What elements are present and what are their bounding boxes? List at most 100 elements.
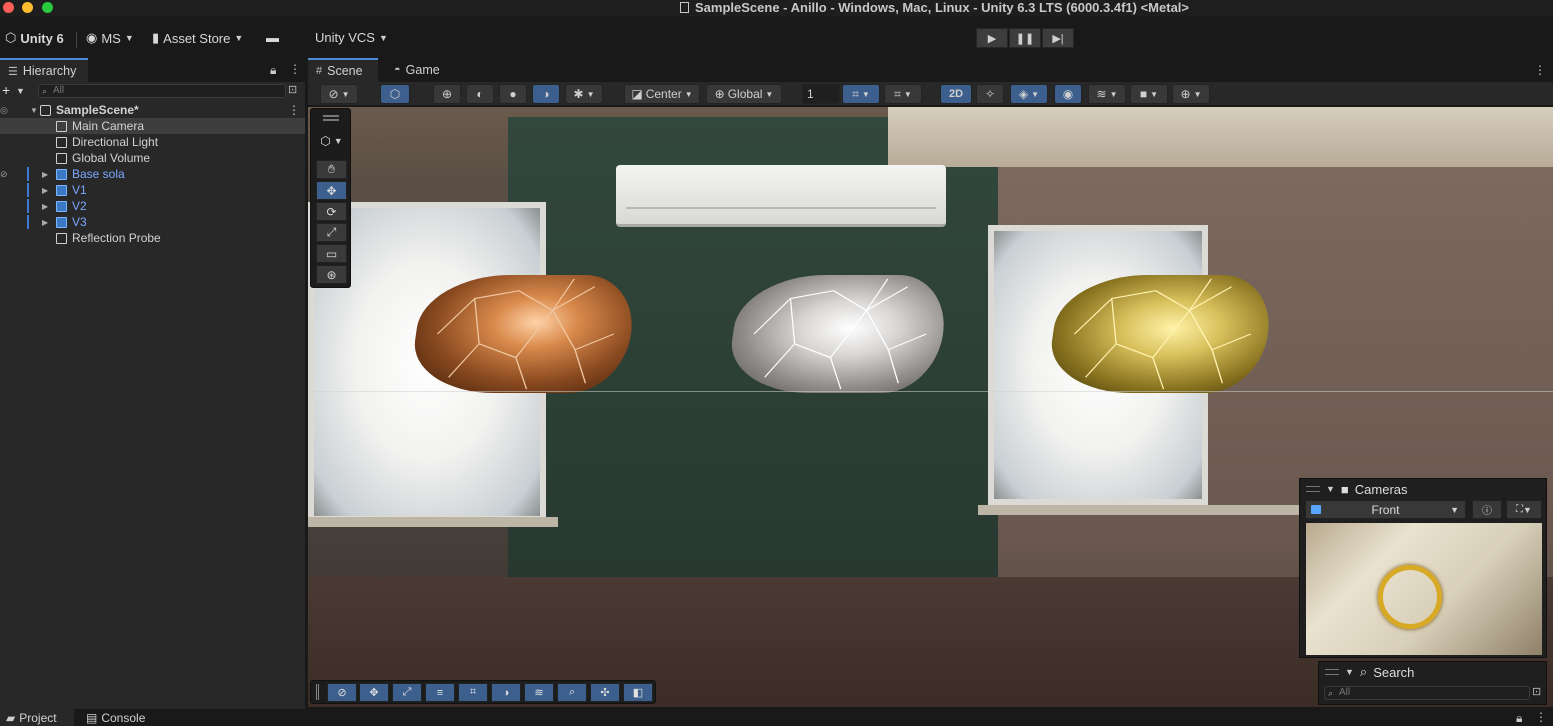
account-dropdown[interactable]: ◉ MS ▼ <box>86 30 134 46</box>
chevron-down-icon[interactable]: ▼ <box>1326 484 1335 494</box>
overlay-pivot-button[interactable]: ✣ <box>590 683 620 702</box>
scene-backdrop-air-conditioner <box>616 165 946 227</box>
lock-icon[interactable]: 🔒︎ <box>1516 711 1522 726</box>
chevron-down-icon[interactable]: ▼ <box>1345 667 1354 677</box>
mode-2d-toggle[interactable]: 2D <box>940 84 972 104</box>
asset-store-dropdown[interactable]: ▮ Asset Store ▼ <box>152 30 243 46</box>
search-overlay-header[interactable]: ▼ ⌕ Search <box>1319 662 1548 682</box>
chevron-right-icon[interactable]: ▶ <box>42 202 52 211</box>
wireframe-toggle[interactable]: ⊕ <box>433 84 461 104</box>
rotate-tool-button[interactable]: ⟳ <box>316 202 347 221</box>
gold-ring-object[interactable] <box>1044 275 1277 393</box>
drag-handle[interactable] <box>323 115 339 117</box>
tab-hierarchy[interactable]: ☰ Hierarchy <box>0 58 88 82</box>
tab-project[interactable]: ▰ Project <box>0 709 74 726</box>
search-filter-icon[interactable]: ⊡ <box>288 83 297 96</box>
copper-ring-object[interactable] <box>407 275 640 393</box>
view-mode-toggle[interactable]: ⬡ <box>380 84 410 104</box>
package-manager-button[interactable]: ▬ <box>266 30 279 45</box>
shaded-wire-toggle[interactable]: ◐ <box>466 84 494 104</box>
scene-search-input[interactable]: ⌕ All <box>1324 686 1530 700</box>
tree-item-base-sola[interactable]: ⊘ ▶ Base sola <box>0 166 305 182</box>
scene-root-row[interactable]: ◎ ▼ SampleScene* ⋮ <box>0 102 305 118</box>
tree-item-reflection-probe[interactable]: Reflection Probe <box>0 230 305 246</box>
transform-tool-button[interactable]: ⊛ <box>316 265 347 284</box>
overlay-layers-button[interactable]: ≋ <box>524 683 554 702</box>
overlay-scale-button[interactable]: ⤢ <box>392 683 422 702</box>
overlay-compass-button[interactable]: ⊘ <box>327 683 357 702</box>
chevron-down-icon[interactable]: ▼ <box>30 106 40 115</box>
search-icon: ⌕ <box>1359 664 1368 679</box>
tab-game[interactable]: ◓ Game <box>386 58 456 82</box>
pivot-mode-dropdown[interactable]: ◪ Center ▼ <box>624 84 700 104</box>
camera-info-button[interactable]: ⓘ <box>1472 500 1502 519</box>
overlay-shading-button[interactable]: ◑ <box>491 683 521 702</box>
hand-tool-button[interactable]: ✋︎ <box>316 160 347 179</box>
pivot-icon: ◪ <box>631 87 643 101</box>
more-options-icon[interactable]: ⋮ <box>1535 710 1547 724</box>
chevron-right-icon[interactable]: ▶ <box>42 170 52 179</box>
overlay-camera-button[interactable]: ◧ <box>623 683 653 702</box>
camera-settings-dropdown[interactable]: ■ ▼ <box>1130 84 1168 104</box>
drag-handle[interactable] <box>1306 486 1320 492</box>
cameras-overlay-header[interactable]: ▼ ■ Cameras <box>1300 479 1548 499</box>
chevron-right-icon[interactable]: ▶ <box>42 186 52 195</box>
overlay-grid-button[interactable]: ⌗ <box>458 683 488 702</box>
scene-backdrop-sill <box>308 517 558 527</box>
move-tool-button[interactable]: ✥ <box>316 181 347 200</box>
tree-item-global-volume[interactable]: Global Volume <box>0 150 305 166</box>
scene-visibility-icon[interactable]: ◎ <box>0 105 8 116</box>
maximize-window-button[interactable] <box>42 2 53 13</box>
close-window-button[interactable] <box>3 2 14 13</box>
silver-ring-object[interactable] <box>724 275 952 393</box>
lighting-toggle[interactable]: ✧ <box>976 84 1004 104</box>
visibility-toggle[interactable]: ◉ <box>1054 84 1082 104</box>
visibility-hidden-icon[interactable]: ⊘ <box>0 169 8 180</box>
unity-menu-button[interactable]: ⬡ Unity 6 <box>5 30 64 46</box>
tree-item-main-camera[interactable]: Main Camera <box>0 118 305 134</box>
tab-console[interactable]: ▤ Console <box>80 709 160 726</box>
more-options-icon[interactable]: ⋮ <box>1534 63 1546 77</box>
tab-scene[interactable]: # Scene <box>308 58 378 82</box>
lock-icon[interactable]: 🔒︎ <box>270 63 276 78</box>
chevron-down-icon[interactable]: ▼ <box>16 86 25 96</box>
tool-handle-dropdown[interactable]: ⊘ ▼ <box>320 84 358 104</box>
scale-tool-button[interactable]: ⤢ <box>316 223 347 242</box>
overlay-align-button[interactable]: ≡ <box>425 683 455 702</box>
more-options-icon[interactable]: ⋮ <box>288 103 300 117</box>
tree-item-v1[interactable]: ▶ V1 <box>0 182 305 198</box>
grid-size-input[interactable]: 1 <box>802 84 840 104</box>
more-options-icon[interactable]: ⋮ <box>289 62 301 76</box>
tree-item-label: Base sola <box>72 167 125 181</box>
search-filter-icon[interactable]: ⊡ <box>1532 685 1541 698</box>
pause-button[interactable]: ❚❚ <box>1009 28 1041 48</box>
layers-dropdown[interactable]: ≋ ▼ <box>1088 84 1126 104</box>
drag-handle[interactable] <box>1325 669 1339 675</box>
unlit-toggle[interactable]: ● <box>499 84 527 104</box>
rect-tool-button[interactable]: ▭ <box>316 244 347 263</box>
tool-context-dropdown[interactable]: ⬡ ▼ <box>316 131 347 151</box>
drag-handle[interactable] <box>316 684 319 700</box>
space-mode-dropdown[interactable]: ⊕ Global ▼ <box>706 84 782 104</box>
grid-snap-dropdown[interactable]: ⌗ ▼ <box>842 84 880 104</box>
play-button[interactable]: ▶ <box>976 28 1008 48</box>
tree-item-v2[interactable]: ▶ V2 <box>0 198 305 214</box>
overlay-move-button[interactable]: ✥ <box>359 683 389 702</box>
camera-frame-dropdown[interactable]: ⛶ ▼ <box>1506 500 1542 519</box>
add-icon[interactable]: + <box>2 82 10 98</box>
debug-draw-dropdown[interactable]: ✱ ▼ <box>565 84 603 104</box>
increment-snap-dropdown[interactable]: ⌗ ▼ <box>884 84 922 104</box>
step-button[interactable]: ▶| <box>1042 28 1074 48</box>
effects-dropdown[interactable]: ◈ ▼ <box>1010 84 1048 104</box>
eye-icon: ◉ <box>1062 87 1074 101</box>
gizmos-dropdown[interactable]: ⊕ ▼ <box>1172 84 1210 104</box>
overlay-zoom-button[interactable]: ⌕ <box>557 683 587 702</box>
tree-item-v3[interactable]: ▶ V3 <box>0 214 305 230</box>
chevron-right-icon[interactable]: ▶ <box>42 218 52 227</box>
unity-vcs-dropdown[interactable]: Unity VCS ▼ <box>315 30 388 45</box>
tree-item-directional-light[interactable]: Directional Light <box>0 134 305 150</box>
shaded-toggle[interactable]: ◑ <box>532 84 560 104</box>
camera-select-dropdown[interactable]: Front ▼ <box>1305 500 1466 519</box>
hierarchy-search-input[interactable]: ⌕ All <box>38 84 286 98</box>
minimize-window-button[interactable] <box>22 2 33 13</box>
